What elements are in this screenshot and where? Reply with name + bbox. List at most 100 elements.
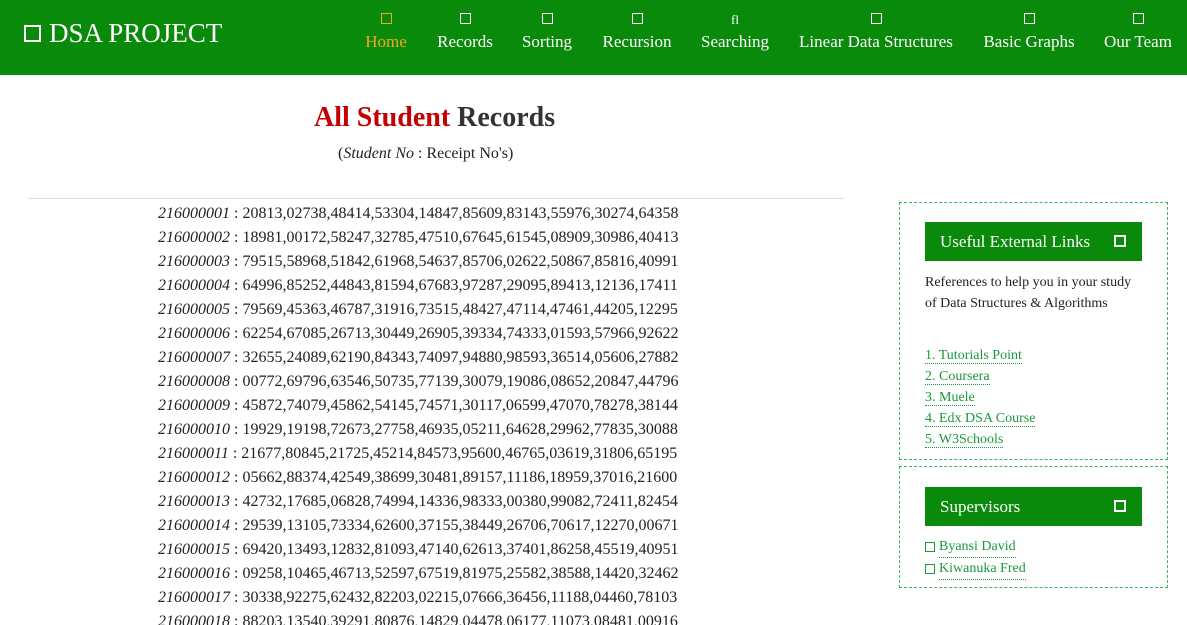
- receipt-numbers: 00772,69796,63546,50735,77139,30079,1908…: [242, 373, 679, 390]
- list-item: 3. Muele: [925, 387, 1035, 408]
- link-coursera[interactable]: 2. Coursera: [925, 369, 990, 385]
- receipt-numbers: 88203,13540,39291,80876,14829,04478,0617…: [242, 613, 678, 625]
- square-icon: [432, 12, 498, 28]
- receipt-numbers: 29539,13105,73334,62600,37155,38449,2670…: [242, 517, 679, 534]
- nav-records[interactable]: Records: [432, 12, 498, 62]
- student-number: 216000005: [158, 301, 230, 318]
- nav-linear-data-structures[interactable]: Linear Data Structures: [793, 12, 959, 62]
- nav-searching[interactable]: fl Searching: [696, 12, 774, 62]
- record-row: 216000002 : 18981,00172,58247,32785,4751…: [158, 226, 678, 250]
- record-separator: :: [230, 229, 243, 246]
- records-list: 216000001 : 20813,02738,48414,53304,1484…: [158, 202, 678, 625]
- record-row: 216000006 : 62254,67085,26713,30449,2690…: [158, 322, 678, 346]
- nav-sorting-label: Sorting: [521, 32, 573, 51]
- nav-our-team[interactable]: Our Team: [1099, 12, 1177, 62]
- student-number: 216000015: [158, 541, 230, 558]
- square-icon: [1114, 500, 1126, 512]
- record-row: 216000001 : 20813,02738,48414,53304,1484…: [158, 202, 678, 226]
- receipt-numbers: 64996,85252,44843,81594,67683,97287,2909…: [242, 277, 678, 294]
- external-links-header[interactable]: Useful External Links: [925, 222, 1142, 261]
- fl-icon: fl: [731, 12, 739, 27]
- record-separator: :: [230, 517, 243, 534]
- record-row: 216000010 : 19929,19198,72673,27758,4693…: [158, 418, 678, 442]
- supervisors-header[interactable]: Supervisors: [925, 487, 1142, 526]
- student-number: 216000011: [158, 445, 229, 462]
- record-row: 216000015 : 69420,13493,12832,81093,4714…: [158, 538, 678, 562]
- top-navbar: DSA PROJECT Home Records Sorting Recursi…: [0, 0, 1187, 75]
- square-icon: [517, 12, 577, 28]
- record-separator: :: [230, 205, 243, 222]
- receipt-numbers: 42732,17685,06828,74994,14336,98333,0038…: [242, 493, 678, 510]
- link-muele[interactable]: 3. Muele: [925, 390, 975, 406]
- list-item: 1. Tutorials Point: [925, 345, 1035, 366]
- receipt-numbers: 21677,80845,21725,45214,84573,95600,4676…: [241, 445, 678, 462]
- list-item: Byansi David: [925, 536, 1026, 558]
- link-w3schools[interactable]: 5. W3Schools: [925, 432, 1004, 448]
- external-links-description: References to help you in your study of …: [925, 275, 1132, 311]
- nav-basic-graphs[interactable]: Basic Graphs: [977, 12, 1081, 62]
- record-separator: :: [230, 325, 243, 342]
- supervisor-link[interactable]: Kiwanuka Fred: [939, 558, 1026, 580]
- record-row: 216000011 : 21677,80845,21725,45214,8457…: [158, 442, 678, 466]
- student-number: 216000002: [158, 229, 230, 246]
- record-separator: :: [230, 541, 243, 558]
- list-item: 2. Coursera: [925, 366, 1035, 387]
- record-separator: :: [230, 349, 243, 366]
- nav-linear-label: Linear Data Structures: [799, 32, 953, 51]
- student-number: 216000003: [158, 253, 230, 270]
- record-separator: :: [230, 493, 243, 510]
- external-links-title: Useful External Links: [940, 232, 1091, 251]
- supervisor-link[interactable]: Byansi David: [939, 536, 1016, 558]
- supervisors-panel: Supervisors Byansi David Kiwanuka Fred: [899, 466, 1168, 588]
- receipt-numbers: 20813,02738,48414,53304,14847,85609,8314…: [242, 205, 679, 222]
- nav-recursion-label: Recursion: [602, 32, 672, 51]
- supervisors-list: Byansi David Kiwanuka Fred: [925, 536, 1026, 580]
- record-separator: :: [230, 277, 243, 294]
- subtitle-separator: :: [414, 145, 427, 162]
- record-row: 216000014 : 29539,13105,73334,62600,3715…: [158, 514, 678, 538]
- nav-searching-label: Searching: [701, 32, 769, 51]
- record-separator: :: [230, 373, 243, 390]
- receipt-numbers: 05662,88374,42549,38699,30481,89157,1118…: [242, 469, 678, 486]
- brand-title: DSA PROJECT: [49, 18, 223, 48]
- receipt-numbers: 32655,24089,62190,84343,74097,94880,9859…: [242, 349, 679, 366]
- receipt-numbers: 18981,00172,58247,32785,47510,67645,6154…: [242, 229, 679, 246]
- record-row: 216000008 : 00772,69796,63546,50735,7713…: [158, 370, 678, 394]
- student-number: 216000016: [158, 565, 230, 582]
- list-item: 4. Edx DSA Course: [925, 408, 1036, 429]
- link-edx-dsa-course[interactable]: 4. Edx DSA Course: [925, 411, 1036, 427]
- subtitle-receipt: Receipt No's): [426, 145, 514, 162]
- nav-recursion[interactable]: Recursion: [597, 12, 677, 62]
- nav-sorting[interactable]: Sorting: [517, 12, 577, 62]
- record-row: 216000013 : 42732,17685,06828,74994,1433…: [158, 490, 678, 514]
- record-separator: :: [228, 445, 242, 462]
- receipt-numbers: 62254,67085,26713,30449,26905,39334,7433…: [242, 325, 679, 342]
- page-subtitle: (Student No : Receipt No's): [338, 145, 513, 163]
- record-separator: :: [230, 421, 243, 438]
- student-number: 216000001: [158, 205, 230, 222]
- receipt-numbers: 79569,45363,46787,31916,73515,48427,4711…: [242, 301, 678, 318]
- record-row: 216000003 : 79515,58968,51842,61968,5463…: [158, 250, 678, 274]
- receipt-numbers: 79515,58968,51842,61968,54637,85706,0262…: [242, 253, 679, 270]
- receipt-numbers: 45872,74079,45862,54145,74571,30117,0659…: [242, 397, 678, 414]
- divider: [28, 198, 844, 199]
- page-title-highlight: All Student: [314, 102, 451, 133]
- student-number: 216000014: [158, 517, 230, 534]
- square-icon: [977, 12, 1081, 28]
- receipt-numbers: 69420,13493,12832,81093,47140,62613,3740…: [242, 541, 679, 558]
- external-links-list: 1. Tutorials Point 2. Coursera 3. Muele …: [925, 345, 1036, 450]
- record-separator: :: [230, 253, 243, 270]
- nav-home[interactable]: Home: [361, 12, 411, 62]
- square-icon: [793, 12, 959, 28]
- student-number: 216000013: [158, 493, 230, 510]
- brand-logo[interactable]: DSA PROJECT: [24, 18, 222, 49]
- record-row: 216000016 : 09258,10465,46713,52597,6751…: [158, 562, 678, 586]
- nav-our-team-label: Our Team: [1104, 32, 1172, 51]
- subtitle-student-no: Student No: [343, 145, 414, 162]
- nav-records-label: Records: [437, 32, 493, 51]
- nav-home-label: Home: [365, 32, 407, 51]
- record-row: 216000004 : 64996,85252,44843,81594,6768…: [158, 274, 678, 298]
- receipt-numbers: 09258,10465,46713,52597,67519,81975,2558…: [242, 565, 679, 582]
- link-tutorials-point[interactable]: 1. Tutorials Point: [925, 348, 1022, 364]
- nav-basic-graphs-label: Basic Graphs: [983, 32, 1075, 51]
